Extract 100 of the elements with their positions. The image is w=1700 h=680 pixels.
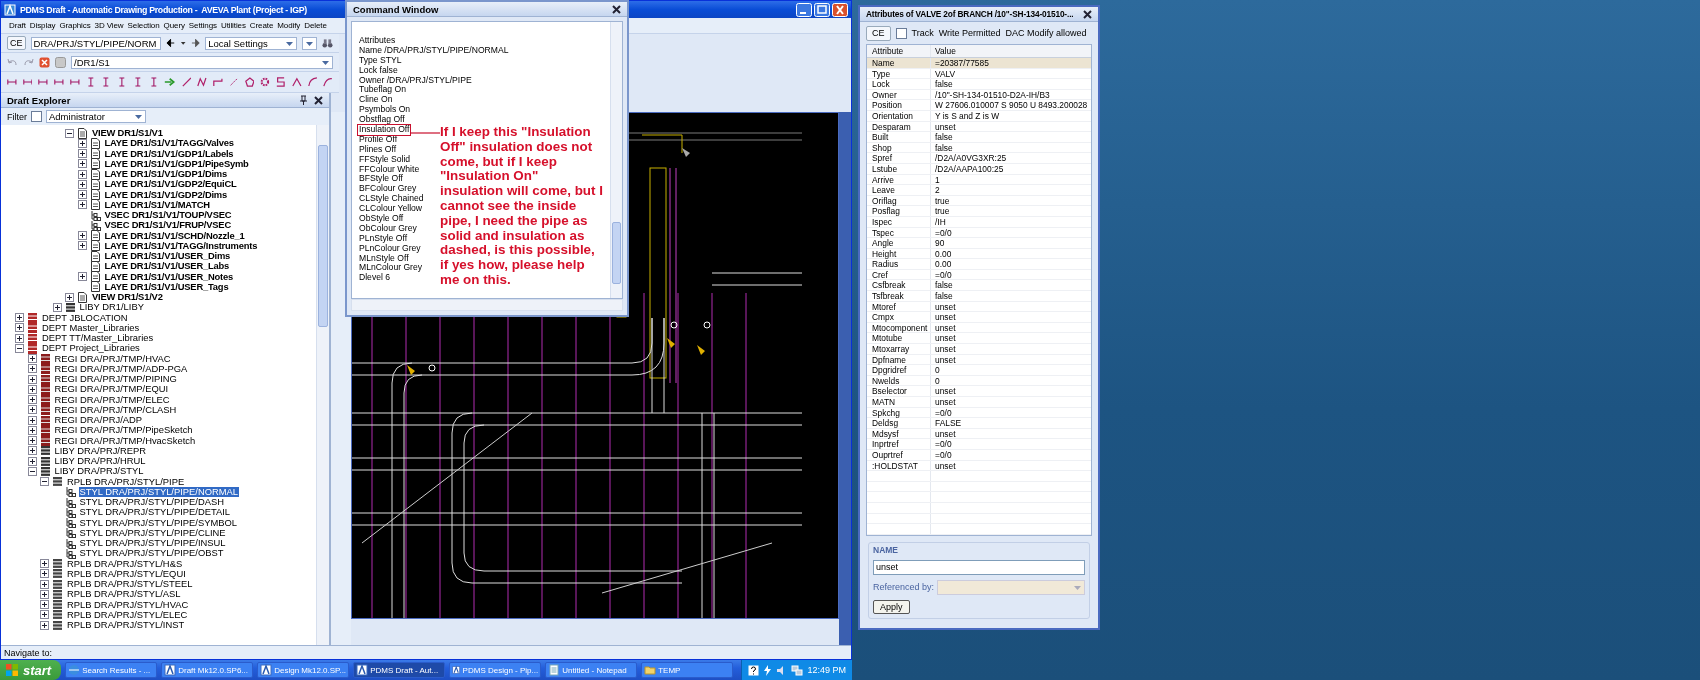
filter-combo[interactable]: Administrator (46, 110, 146, 123)
maximize-icon[interactable] (814, 2, 830, 17)
scrollbar[interactable] (351, 299, 623, 311)
table-row[interactable]: Dpfname unset (867, 354, 1091, 366)
curve-icon[interactable] (276, 76, 286, 88)
expand-icon[interactable] (15, 313, 24, 323)
tree-item[interactable]: REGI DRA/PRJ/TMP/PipeSketch (53, 425, 194, 436)
taskbar-button[interactable]: Design Mk12.0.SP... (257, 662, 350, 678)
scrollbar[interactable] (610, 22, 622, 298)
expand-icon[interactable] (77, 159, 87, 169)
collapse-icon[interactable] (15, 343, 24, 353)
step-line-icon[interactable] (213, 76, 223, 88)
polygon-icon[interactable] (244, 76, 255, 88)
tree-item[interactable]: LIBY DR1/LIBY (78, 302, 145, 313)
expand-icon[interactable] (27, 364, 37, 374)
menu-item[interactable]: Graphics (59, 21, 91, 30)
stop-icon[interactable] (39, 56, 50, 68)
table-row[interactable]: Mtoxarray unset (867, 344, 1091, 355)
tree-item[interactable]: RPLB DRA/PRJ/STYL/HVAC (66, 599, 190, 610)
tree-item[interactable]: REGI DRA/PRJ/TMP/ELEC (53, 394, 171, 405)
table-row[interactable]: Shop false (867, 142, 1091, 154)
dropdown-arrow-icon[interactable] (134, 112, 143, 121)
dimension-icon[interactable] (117, 76, 127, 88)
table-row[interactable]: Mtoref unset (867, 301, 1091, 313)
tree-item[interactable]: REGI DRA/PRJ/TMP/CLASH (53, 404, 178, 415)
table-row[interactable]: Inprtref =0/0 (867, 439, 1091, 450)
table-row[interactable]: Lock false (867, 79, 1091, 90)
expand-icon[interactable] (77, 200, 87, 210)
tree-item[interactable]: REGI DRA/PRJ/TMP/EQUI (53, 384, 170, 395)
tree-item[interactable]: STYL DRA/PRJ/STYL/PIPE/DETAIL (78, 507, 232, 518)
table-row[interactable]: Csfbreak false (867, 280, 1091, 292)
table-row[interactable]: Spkchg =0/0 (867, 407, 1091, 419)
settings-combo[interactable]: Local Settings (205, 36, 298, 50)
expand-icon[interactable] (77, 272, 87, 282)
tree-item[interactable]: RPLB DRA/PRJ/STYL/ELEC (66, 609, 189, 620)
menu-item[interactable]: Display (29, 21, 56, 30)
dimension-icon[interactable] (148, 76, 159, 88)
lightning-icon[interactable] (763, 664, 773, 676)
expand-icon[interactable] (27, 415, 37, 425)
tree-item[interactable]: STYL DRA/PRJ/STYL/PIPE/OBST (78, 548, 225, 559)
expand-icon[interactable] (52, 302, 62, 312)
tree-item[interactable]: LAYE DR1/S1/V1/GDP1/Labels (103, 148, 235, 159)
tree-item[interactable]: RPLB DRA/PRJ/STYL/INST (66, 620, 186, 631)
taskbar-button[interactable]: Search Results - ... (65, 662, 158, 678)
menu-item[interactable]: Modify (277, 21, 301, 30)
table-row[interactable]: Type VALV (867, 68, 1091, 80)
table-row[interactable]: Mtocomponent unset (867, 322, 1091, 334)
menu-item[interactable]: Delete (304, 21, 327, 30)
table-row[interactable]: Arrive 1 (867, 174, 1091, 186)
tree-item[interactable]: RPLB DRA/PRJ/STYL/ASL (66, 589, 182, 600)
tree-item[interactable]: LAYE DR1/S1/V1/MATCH (103, 199, 211, 210)
arc-icon[interactable] (307, 76, 318, 88)
expand-icon[interactable] (40, 569, 49, 579)
table-row[interactable]: MATN unset (867, 397, 1091, 408)
table-row[interactable]: Ouprtref =0/0 (867, 449, 1091, 461)
name-field[interactable]: unset (873, 559, 1085, 575)
table-row[interactable]: Owner /10"-SH-134-01510-D2A-IH/B3 (867, 89, 1091, 101)
polyline-icon[interactable] (197, 76, 208, 88)
table-row[interactable]: Oriflag true (867, 195, 1091, 207)
collapse-icon[interactable] (65, 128, 74, 138)
expand-icon[interactable] (27, 354, 37, 364)
binoculars-icon[interactable] (322, 37, 333, 49)
expand-icon[interactable] (77, 179, 87, 189)
tree-item[interactable]: DEPT Project_Libraries (41, 343, 141, 354)
gear-icon[interactable] (260, 76, 271, 88)
table-row[interactable]: Lstube /D2A/AAPA100:25 (867, 163, 1091, 175)
expand-icon[interactable] (77, 149, 87, 159)
ce-button[interactable]: CE (866, 25, 891, 41)
expand-icon[interactable] (40, 559, 49, 569)
column-header[interactable]: Attribute (867, 45, 931, 57)
tree-item[interactable]: STYL DRA/PRJ/STYL/PIPE/CLINE (78, 527, 227, 538)
menu-item[interactable]: 3D View (94, 21, 124, 30)
tree-item[interactable]: LIBY DRA/PRJ/REPR (53, 445, 148, 456)
expand-icon[interactable] (27, 446, 37, 456)
tree-item[interactable]: LAYE DR1/S1/V1/USER_Tags (103, 281, 230, 292)
table-row[interactable]: Posflag true (867, 206, 1091, 217)
line-icon[interactable] (181, 76, 192, 88)
table-row[interactable]: Built false (867, 132, 1091, 143)
track-checkbox[interactable] (895, 27, 907, 39)
table-row[interactable]: Name =20387/77585 (867, 58, 1091, 69)
tree-item[interactable]: DEPT JBLOCATION (41, 312, 129, 323)
back-arrow-icon[interactable] (165, 38, 175, 48)
column-header[interactable]: Value (931, 45, 1091, 57)
tree-item[interactable]: STYL DRA/PRJ/STYL/PIPE/SYMBOL (78, 517, 238, 528)
taskbar-button[interactable]: Draft Mk12.0.SP6... (161, 662, 254, 678)
expand-icon[interactable] (40, 579, 49, 589)
tree-item[interactable]: REGI DRA/PRJ/ADP (53, 415, 143, 426)
table-row[interactable]: Ispec /IH (867, 216, 1091, 228)
expand-icon[interactable] (27, 436, 37, 446)
table-row[interactable]: Mtotube unset (867, 333, 1091, 345)
element-combo[interactable]: DRA/PRJ/STYL/PIPE/NORM (30, 36, 161, 50)
expand-icon[interactable] (77, 231, 87, 241)
table-row[interactable]: Angle 90 (867, 238, 1091, 249)
arrow-icon[interactable] (164, 76, 176, 88)
table-row[interactable]: :HOLDSTAT unset (867, 460, 1091, 472)
tree-item[interactable]: RPLB DRA/PRJ/STYL/PIPE (66, 476, 186, 487)
dimension-icon[interactable] (85, 76, 96, 88)
tree-item[interactable]: LIBY DRA/PRJ/STYL (53, 466, 145, 477)
taskbar-button[interactable]: TEMP (641, 662, 734, 678)
taskbar-button[interactable]: PDMS Design - Pip... (449, 662, 542, 678)
